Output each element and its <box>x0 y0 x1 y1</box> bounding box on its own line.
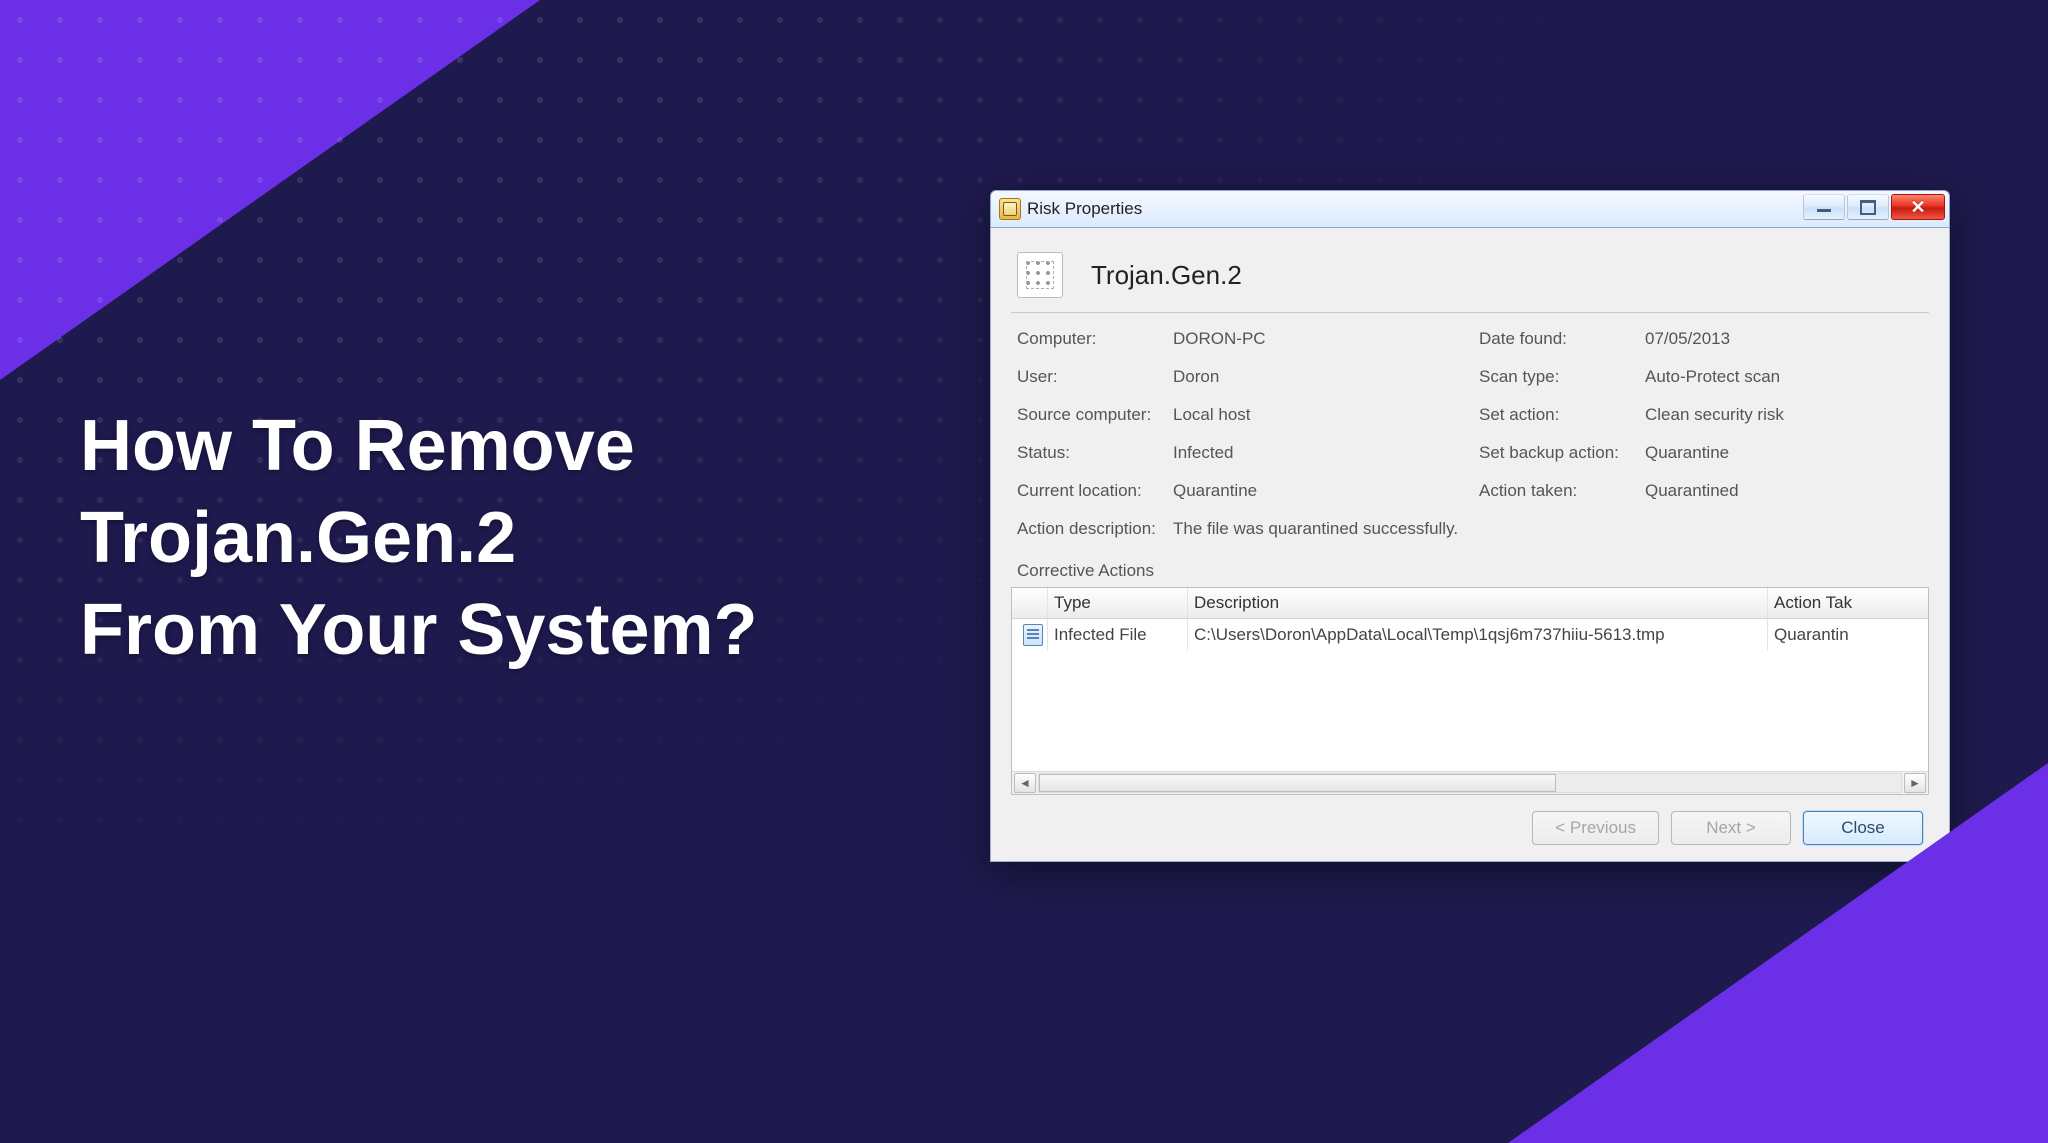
table-empty-area <box>1012 651 1928 771</box>
col-type[interactable]: Type <box>1048 588 1188 618</box>
actiondesc-label: Action description: <box>1017 519 1167 539</box>
headline-line-3: From Your System? <box>80 584 758 676</box>
risk-name: Trojan.Gen.2 <box>1091 260 1242 291</box>
headline-line-2: Trojan.Gen.2 <box>80 492 758 584</box>
window-body: Trojan.Gen.2 Computer: DORON-PC Date fou… <box>990 228 1950 862</box>
row-icon-cell <box>1012 619 1048 651</box>
col-action-taken[interactable]: Action Tak <box>1768 588 1928 618</box>
button-row: < Previous Next > Close <box>1011 795 1929 845</box>
datefound-value: 07/05/2013 <box>1645 329 1923 349</box>
row-action: Quarantin <box>1768 619 1928 651</box>
location-value: Quarantine <box>1173 481 1473 501</box>
close-dialog-button[interactable]: Close <box>1803 811 1923 845</box>
scroll-left-button[interactable]: ◄ <box>1014 773 1036 793</box>
setbackup-value: Quarantine <box>1645 443 1923 463</box>
next-button[interactable]: Next > <box>1671 811 1791 845</box>
shield-icon <box>999 198 1021 220</box>
corrective-actions-table: Type Description Action Tak Infected Fil… <box>1011 587 1929 795</box>
source-value: Local host <box>1173 405 1473 425</box>
maximize-button[interactable] <box>1847 194 1889 220</box>
scroll-track[interactable] <box>1038 773 1902 793</box>
table-row[interactable]: Infected File C:\Users\Doron\AppData\Loc… <box>1012 619 1928 651</box>
row-description: C:\Users\Doron\AppData\Local\Temp\1qsj6m… <box>1188 619 1768 651</box>
datefound-label: Date found: <box>1479 329 1639 349</box>
file-icon <box>1023 624 1043 646</box>
titlebar[interactable]: Risk Properties ✕ <box>990 190 1950 228</box>
scroll-thumb[interactable] <box>1039 774 1556 792</box>
col-description[interactable]: Description <box>1188 588 1768 618</box>
row-type: Infected File <box>1048 619 1188 651</box>
actiontaken-value: Quarantined <box>1645 481 1923 501</box>
headline: How To Remove Trojan.Gen.2 From Your Sys… <box>80 400 758 676</box>
status-value: Infected <box>1173 443 1473 463</box>
details-grid: Computer: DORON-PC Date found: 07/05/201… <box>1011 313 1929 549</box>
corrective-actions-title: Corrective Actions <box>1017 561 1923 581</box>
user-value: Doron <box>1173 367 1473 387</box>
scroll-right-button[interactable]: ► <box>1904 773 1926 793</box>
status-label: Status: <box>1017 443 1167 463</box>
col-icon <box>1012 588 1048 618</box>
previous-button[interactable]: < Previous <box>1532 811 1659 845</box>
headline-line-1: How To Remove <box>80 400 758 492</box>
stage: How To Remove Trojan.Gen.2 From Your Sys… <box>0 0 2048 1143</box>
table-header: Type Description Action Tak <box>1012 588 1928 619</box>
setaction-value: Clean security risk <box>1645 405 1923 425</box>
close-button[interactable]: ✕ <box>1891 194 1945 220</box>
actiontaken-label: Action taken: <box>1479 481 1639 501</box>
scantype-value: Auto-Protect scan <box>1645 367 1923 387</box>
user-label: User: <box>1017 367 1167 387</box>
actiondesc-value: The file was quarantined successfully. <box>1173 519 1458 539</box>
computer-value: DORON-PC <box>1173 329 1473 349</box>
setaction-label: Set action: <box>1479 405 1639 425</box>
window-title: Risk Properties <box>1027 199 1142 219</box>
setbackup-label: Set backup action: <box>1479 443 1639 463</box>
computer-label: Computer: <box>1017 329 1167 349</box>
risk-properties-window: Risk Properties ✕ Trojan.Gen.2 Computer:… <box>990 190 1950 862</box>
risk-header-row: Trojan.Gen.2 <box>1011 242 1929 313</box>
source-label: Source computer: <box>1017 405 1167 425</box>
scantype-label: Scan type: <box>1479 367 1639 387</box>
minimize-button[interactable] <box>1803 194 1845 220</box>
location-label: Current location: <box>1017 481 1167 501</box>
risk-icon <box>1017 252 1063 298</box>
corner-accent-top-left <box>0 0 540 380</box>
horizontal-scrollbar[interactable]: ◄ ► <box>1012 771 1928 794</box>
